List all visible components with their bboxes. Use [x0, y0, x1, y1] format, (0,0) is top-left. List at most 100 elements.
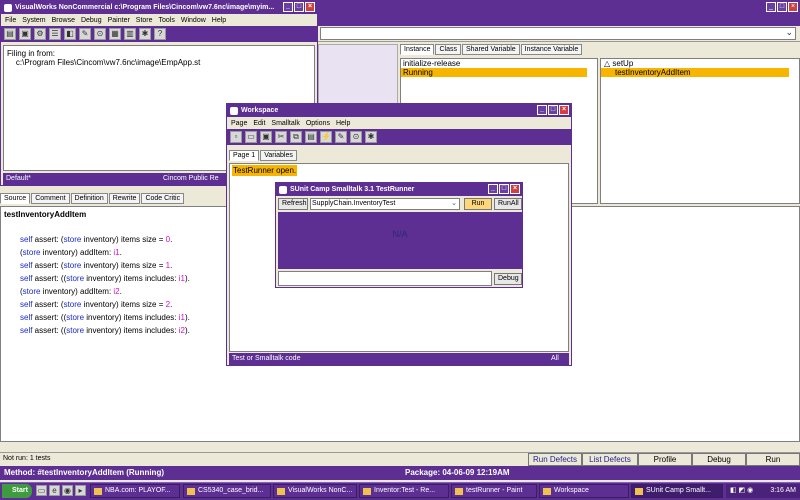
- browser-title-strip: _ □ ×: [318, 0, 800, 26]
- maximize-icon[interactable]: □: [294, 2, 304, 12]
- workspace-text: TestRunner open.: [232, 165, 298, 176]
- open-icon[interactable]: ▭: [245, 131, 257, 143]
- painter-icon[interactable]: ▦: [109, 28, 121, 40]
- workspace-status-right: All: [551, 355, 559, 362]
- do-it-icon[interactable]: ⚡: [320, 131, 332, 143]
- print-it-icon[interactable]: ✎: [335, 131, 347, 143]
- package-dropdown[interactable]: ⌄: [320, 27, 796, 40]
- tab-instance-variable[interactable]: Instance Variable: [520, 44, 583, 55]
- menu-help[interactable]: Help: [336, 120, 350, 127]
- maximize-icon[interactable]: □: [777, 2, 787, 12]
- code-keyword: store: [63, 261, 82, 270]
- workspace-menubar: Page Edit Smalltalk Options Help: [227, 117, 571, 129]
- refresh-button[interactable]: Refresh: [278, 198, 308, 210]
- new-icon[interactable]: ▫: [230, 131, 242, 143]
- list-item-selected[interactable]: Running: [401, 68, 587, 77]
- menu-smalltalk[interactable]: Smalltalk: [271, 120, 299, 127]
- code-text: assert: ((: [32, 313, 67, 322]
- menu-system[interactable]: System: [22, 17, 45, 24]
- close-icon[interactable]: ×: [788, 2, 798, 12]
- menu-store[interactable]: Store: [136, 17, 153, 24]
- taskbar-item[interactable]: Inventor:Test - Re...: [359, 484, 449, 498]
- debug-button[interactable]: Debug: [692, 453, 746, 466]
- taskbar-item[interactable]: CS5340_case_brid...: [183, 484, 271, 498]
- taskbar-item[interactable]: VisualWorks NonC...: [273, 484, 357, 498]
- code-text: .: [119, 287, 122, 296]
- list-defects-button[interactable]: List Defects: [582, 453, 638, 466]
- browser-icon[interactable]: ☰: [49, 28, 61, 40]
- menu-debug[interactable]: Debug: [81, 17, 102, 24]
- code-text: inventory) items includes:: [84, 326, 179, 335]
- run-button[interactable]: Run: [746, 453, 800, 466]
- menu-edit[interactable]: Edit: [253, 120, 265, 127]
- run-button[interactable]: Run: [464, 198, 492, 210]
- menu-painter[interactable]: Painter: [108, 17, 130, 24]
- debug-icon[interactable]: ✱: [139, 28, 151, 40]
- tab-definition[interactable]: Definition: [70, 193, 108, 204]
- store-icon[interactable]: ▥: [124, 28, 136, 40]
- code-text: inventory) items includes:: [84, 274, 179, 283]
- defects-list[interactable]: [278, 271, 492, 286]
- minimize-icon[interactable]: _: [283, 2, 293, 12]
- menu-file[interactable]: File: [5, 17, 16, 24]
- run-defects-button[interactable]: Run Defects: [528, 453, 582, 466]
- menu-options[interactable]: Options: [306, 120, 330, 127]
- list-item-selected[interactable]: testInventoryAddItem: [601, 68, 789, 77]
- tab-shared-variable[interactable]: Shared Variable: [461, 44, 520, 55]
- cut-icon[interactable]: ✂: [275, 131, 287, 143]
- taskbar-item[interactable]: testRunner - Paint: [451, 484, 537, 498]
- tab-class[interactable]: Class: [435, 44, 461, 55]
- taskbar-item[interactable]: Workspace: [539, 484, 629, 498]
- inspect-it-icon[interactable]: ⊙: [350, 131, 362, 143]
- desktop-icon[interactable]: ▭: [36, 485, 47, 496]
- runall-button[interactable]: RunAll: [494, 198, 522, 210]
- taskbar-item[interactable]: NBA.com: PLAYOF...: [90, 484, 180, 498]
- minimize-icon[interactable]: _: [537, 105, 547, 115]
- save-icon[interactable]: ▣: [19, 28, 31, 40]
- tab-comment[interactable]: Comment: [31, 193, 70, 204]
- code-text: .: [170, 261, 173, 270]
- taskbar-item-active[interactable]: SUnit Camp Smallt...: [631, 484, 723, 498]
- tab-code-critic[interactable]: Code Critic: [141, 193, 185, 204]
- code-keyword: store: [22, 287, 41, 296]
- tab-page-1[interactable]: Page 1: [229, 150, 260, 161]
- minimize-icon[interactable]: _: [488, 184, 498, 194]
- close-icon[interactable]: ×: [559, 105, 569, 115]
- test-selector-dropdown[interactable]: SupplyChain.InventoryTest ⌄: [310, 198, 460, 210]
- menu-tools[interactable]: Tools: [159, 17, 175, 24]
- file-icon[interactable]: ▤: [4, 28, 16, 40]
- menu-browse[interactable]: Browse: [52, 17, 75, 24]
- list-item[interactable]: initialize-release: [401, 59, 597, 68]
- menu-help[interactable]: Help: [212, 17, 226, 24]
- maximize-icon[interactable]: □: [548, 105, 558, 115]
- paste-icon[interactable]: ▤: [305, 131, 317, 143]
- close-icon[interactable]: ×: [510, 184, 520, 194]
- save-icon[interactable]: ▣: [260, 131, 272, 143]
- settings-icon[interactable]: ⚙: [34, 28, 46, 40]
- inspect-icon[interactable]: ⊙: [94, 28, 106, 40]
- ie-icon[interactable]: e: [49, 485, 60, 496]
- code-text: ).: [184, 313, 190, 322]
- profile-button[interactable]: Profile: [638, 453, 692, 466]
- firefox-icon[interactable]: ◉: [62, 485, 73, 496]
- list-item[interactable]: △ setUp: [601, 59, 799, 68]
- menu-window[interactable]: Window: [181, 17, 206, 24]
- class-icon[interactable]: ◧: [64, 28, 76, 40]
- copy-icon[interactable]: ⧉: [290, 131, 302, 143]
- workspace-icon[interactable]: ✎: [79, 28, 91, 40]
- close-icon[interactable]: ×: [305, 2, 315, 12]
- tab-instance[interactable]: Instance: [400, 44, 435, 55]
- tab-variables[interactable]: Variables: [260, 150, 297, 161]
- start-button[interactable]: Start: [2, 484, 32, 498]
- tab-source[interactable]: Source: [0, 193, 31, 204]
- debug-button[interactable]: Debug: [494, 273, 522, 285]
- help-icon[interactable]: ?: [154, 28, 166, 40]
- tab-rewrite[interactable]: Rewrite: [108, 193, 141, 204]
- media-icon[interactable]: ▸: [75, 485, 86, 496]
- minimize-icon[interactable]: _: [766, 2, 776, 12]
- menu-page[interactable]: Page: [231, 120, 247, 127]
- maximize-icon[interactable]: □: [499, 184, 509, 194]
- launcher-titlebar: VisualWorks NonCommercial c:\Program Fil…: [1, 1, 317, 14]
- code-text: inventory) addItem:: [40, 248, 114, 257]
- debug-it-icon[interactable]: ✱: [365, 131, 377, 143]
